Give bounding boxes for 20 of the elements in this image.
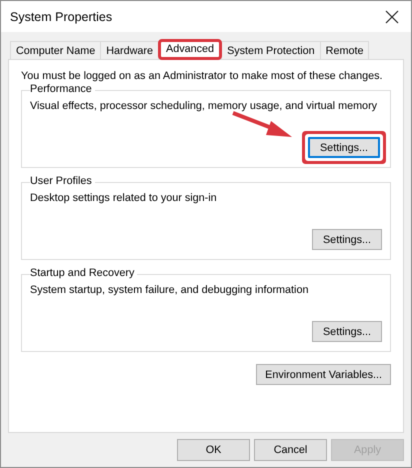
tab[interactable]: Computer Name (10, 41, 102, 59)
group-title: User Profiles (30, 175, 95, 187)
group-description: Visual effects, processor scheduling, memory usage, and virtual memory (30, 100, 378, 112)
tab[interactable]: System Protection (221, 41, 321, 59)
close-icon[interactable] (385, 10, 399, 24)
annotation-arrow (232, 111, 292, 137)
tab[interactable]: Remote (320, 41, 370, 59)
group-title: Startup and Recovery (30, 267, 138, 279)
notice-text: You must be logged on as an Administrator to make most of these changes. (21, 70, 384, 82)
group-title: Performance (30, 83, 95, 95)
tab[interactable]: Hardware (100, 41, 160, 59)
dialog-button[interactable]: OK (177, 439, 250, 461)
group-description: Desktop settings related to your sign-in (30, 192, 218, 204)
window-title: System Properties (10, 10, 112, 24)
dialog-button[interactable]: Cancel (254, 439, 327, 461)
environment-variables-button[interactable]: Environment Variables... (256, 364, 391, 385)
settings-button[interactable]: Settings... (312, 229, 382, 250)
tab[interactable]: Advanced (158, 39, 222, 60)
group-description: System startup, system failure, and debugging information (30, 284, 310, 296)
settings-button[interactable]: Settings... (312, 321, 382, 342)
